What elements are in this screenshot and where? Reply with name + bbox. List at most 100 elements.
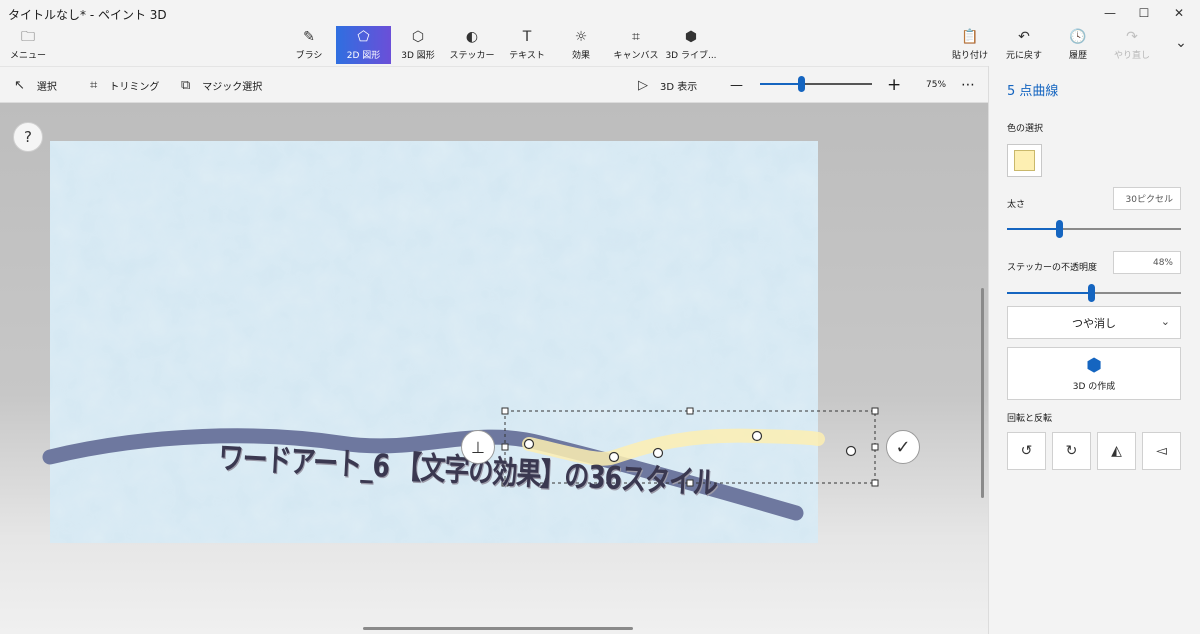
opacity-input[interactable]: 48% bbox=[1113, 251, 1181, 274]
minimize-button[interactable]: — bbox=[1093, 0, 1127, 26]
zoom-slider[interactable] bbox=[760, 76, 872, 92]
resize-handle-tr[interactable] bbox=[871, 407, 879, 415]
text-icon: T bbox=[522, 28, 532, 45]
magic-select-button[interactable]: ⧉ マジック選択 bbox=[181, 67, 262, 103]
zoom-slider-fill bbox=[760, 83, 802, 85]
flip-vertical-icon: ◅ bbox=[1156, 443, 1167, 459]
cursor-icon: ↖ bbox=[14, 77, 25, 93]
tool-label: 効果 bbox=[571, 50, 590, 61]
opacity-slider-thumb[interactable] bbox=[1088, 284, 1095, 302]
view-3d-button[interactable]: ▷ 3D 表示 bbox=[638, 67, 697, 103]
horizontal-scrollbar[interactable] bbox=[363, 627, 633, 630]
select-label: 選択 bbox=[36, 81, 57, 93]
zoom-slider-thumb[interactable] bbox=[798, 76, 805, 92]
opacity-slider-fill bbox=[1007, 292, 1091, 294]
more-options-button[interactable]: ⋯ bbox=[961, 67, 975, 103]
thickness-slider-thumb[interactable] bbox=[1056, 220, 1063, 238]
3d-library-icon: ⬢ bbox=[684, 28, 698, 45]
action-label: 元に戻す bbox=[1005, 50, 1042, 61]
tool-label: 2D 図形 bbox=[346, 50, 381, 61]
main-toolbar: 🗀 メニュー ✎ ブラシ ⬠ 2D 図形 ⬡ 3D 図形 ◐ ステッカー T テ… bbox=[0, 26, 1200, 66]
history-button[interactable]: 🕓 履歴 bbox=[1058, 26, 1098, 64]
undo-icon: ↶ bbox=[1018, 28, 1030, 45]
canvas-icon: ⌗ bbox=[632, 28, 640, 45]
tool-2d-shapes[interactable]: ⬠ 2D 図形 bbox=[336, 26, 391, 64]
3d-shapes-icon: ⬡ bbox=[411, 28, 425, 45]
expand-ribbon-button[interactable]: ⌄ bbox=[1168, 26, 1194, 64]
tool-label: 3D ライブ... bbox=[665, 50, 717, 61]
zoom-out-button[interactable]: — bbox=[730, 67, 743, 103]
view-3d-label: 3D 表示 bbox=[660, 81, 698, 93]
tool-3d-shapes[interactable]: ⬡ 3D 図形 bbox=[394, 26, 442, 64]
opacity-label: ステッカーの不透明度 bbox=[1007, 263, 1098, 273]
zoom-level[interactable]: 75% bbox=[926, 67, 946, 103]
action-label: 貼り付け bbox=[951, 50, 988, 61]
tool-3d-library[interactable]: ⬢ 3D ライブ... bbox=[665, 26, 717, 64]
2d-shapes-icon: ⬠ bbox=[357, 28, 370, 45]
rotate-left-button[interactable]: ↺ bbox=[1007, 432, 1046, 470]
paint3d-window: タイトルなし* - ペイント 3D — ☐ ✕ 🗀 メニュー ✎ ブラシ ⬠ 2… bbox=[0, 0, 1200, 634]
paste-button[interactable]: 📋 貼り付け bbox=[950, 26, 990, 64]
make-3d-button[interactable]: ⬢ 3D の作成 bbox=[1007, 347, 1181, 400]
action-label: やり直し bbox=[1113, 50, 1150, 61]
tool-sticker[interactable]: ◐ ステッカー bbox=[446, 26, 498, 64]
rotate-left-icon: ↺ bbox=[1020, 443, 1033, 459]
resize-handle-mr[interactable] bbox=[871, 443, 879, 451]
folder-icon: 🗀 bbox=[21, 28, 35, 45]
rotate-right-button[interactable]: ↻ bbox=[1052, 432, 1091, 470]
finish-dropdown[interactable]: つや消し ⌄ bbox=[1007, 306, 1181, 339]
crop-label: トリミング bbox=[109, 81, 160, 93]
tool-effects[interactable]: ☼ 効果 bbox=[560, 26, 602, 64]
paste-icon: 📋 bbox=[961, 28, 979, 45]
tool-label: ブラシ bbox=[295, 50, 323, 61]
tool-label: テキスト bbox=[509, 50, 545, 61]
magic-select-label: マジック選択 bbox=[202, 81, 263, 93]
redo-button[interactable]: ↷ やり直し bbox=[1112, 26, 1152, 64]
thickness-label: 太さ bbox=[1007, 200, 1026, 210]
resize-handle-tl[interactable] bbox=[501, 407, 509, 415]
curve-point-1[interactable] bbox=[523, 438, 535, 450]
curve-point-4[interactable] bbox=[751, 430, 763, 442]
flip-horizontal-button[interactable]: ◭ bbox=[1097, 432, 1136, 470]
curve-point-5[interactable] bbox=[845, 445, 857, 457]
make-3d-label: 3D の作成 bbox=[1072, 382, 1116, 392]
zoom-in-button[interactable]: + bbox=[887, 67, 901, 103]
menu-button[interactable]: 🗀 メニュー bbox=[8, 26, 48, 64]
resize-handle-tc[interactable] bbox=[686, 407, 694, 415]
properties-panel: 5 点曲線 色の選択 太さ 30ピクセル ステッカーの不透明度 48% つや消し… bbox=[988, 66, 1200, 634]
confirm-check-icon[interactable]: ✓ bbox=[886, 430, 920, 464]
flip-vertical-button[interactable]: ◅ bbox=[1142, 432, 1181, 470]
close-button[interactable]: ✕ bbox=[1162, 0, 1196, 26]
thickness-input[interactable]: 30ピクセル bbox=[1113, 187, 1181, 210]
menu-label: メニュー bbox=[9, 50, 46, 61]
view-3d-icon: ▷ bbox=[638, 77, 648, 93]
thickness-slider-fill bbox=[1007, 228, 1059, 230]
select-button[interactable]: ↖ 選択 bbox=[14, 67, 57, 103]
title-bar: タイトルなし* - ペイント 3D — ☐ ✕ bbox=[0, 0, 1200, 26]
tool-label: 3D 図形 bbox=[401, 50, 435, 61]
color-picker-button[interactable] bbox=[1007, 144, 1042, 177]
stamp-icon[interactable]: ⊥ bbox=[461, 430, 495, 464]
crop-button[interactable]: ⌗ トリミング bbox=[90, 67, 159, 103]
finish-value: つや消し bbox=[1072, 316, 1116, 330]
vertical-scrollbar[interactable] bbox=[981, 288, 984, 498]
tool-label: キャンバス bbox=[613, 50, 659, 61]
tool-canvas[interactable]: ⌗ キャンバス bbox=[610, 26, 662, 64]
workspace: ? ワードアート_6 【文字の効果】の36スタイル ⊥ ✓ bbox=[0, 103, 988, 634]
panel-title: 5 点曲線 bbox=[1007, 84, 1059, 99]
thickness-slider[interactable] bbox=[1007, 220, 1181, 238]
brush-icon: ✎ bbox=[303, 28, 315, 45]
chevron-down-icon: ⌄ bbox=[1160, 315, 1170, 328]
expand-icon: ⌄ bbox=[1175, 35, 1187, 51]
tool-text[interactable]: T テキスト bbox=[504, 26, 550, 64]
resize-handle-br[interactable] bbox=[871, 479, 879, 487]
opacity-slider[interactable] bbox=[1007, 284, 1181, 302]
undo-button[interactable]: ↶ 元に戻す bbox=[1003, 26, 1045, 64]
flip-horizontal-icon: ◭ bbox=[1111, 443, 1122, 459]
window-title: タイトルなし* - ペイント 3D bbox=[8, 8, 167, 22]
sticker-icon: ◐ bbox=[465, 28, 479, 45]
effects-icon: ☼ bbox=[574, 28, 588, 45]
action-label: 履歴 bbox=[1068, 50, 1087, 61]
tool-brush[interactable]: ✎ ブラシ bbox=[287, 26, 331, 64]
maximize-button[interactable]: ☐ bbox=[1127, 0, 1161, 26]
